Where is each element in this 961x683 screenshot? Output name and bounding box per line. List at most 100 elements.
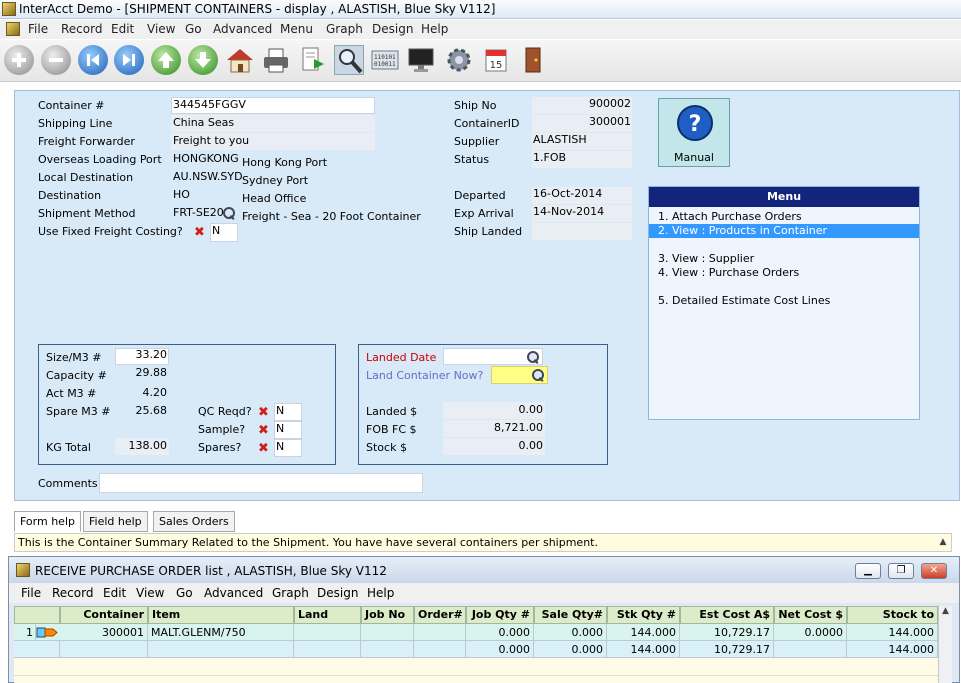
cell-sale-qty: 0.000	[534, 641, 607, 658]
comments-field[interactable]	[99, 473, 423, 493]
local-destination-code[interactable]: AU.NSW.SYD	[172, 170, 243, 183]
search-icon[interactable]	[334, 45, 364, 75]
menu-advanced[interactable]: Advanced	[213, 22, 272, 36]
menu-item-estimate-cost[interactable]: 5. Detailed Estimate Cost Lines	[649, 294, 919, 308]
child-menu-go[interactable]: Go	[176, 586, 193, 600]
fixed-freight-cross-icon: ✖	[194, 225, 205, 240]
col-header-order[interactable]: Order#	[414, 606, 466, 624]
restore-icon[interactable]: ❐	[888, 563, 914, 579]
exp-arrival-label: Exp Arrival	[454, 207, 514, 220]
col-header-sale-qty[interactable]: Sale Qty#	[534, 606, 607, 624]
menu-go[interactable]: Go	[185, 22, 202, 36]
settings-icon[interactable]	[444, 45, 474, 75]
land-container-lookup-icon[interactable]	[531, 368, 545, 382]
help-scroll-up-icon[interactable]: ▲	[936, 535, 950, 550]
menu-item-view-po[interactable]: 4. View : Purchase Orders	[649, 266, 919, 280]
menu-file[interactable]: File	[28, 22, 48, 36]
grid-scroll-up-icon[interactable]: ▲	[939, 606, 952, 616]
ship-landed-label: Ship Landed	[454, 225, 523, 238]
manual-button[interactable]: ? Manual	[658, 98, 730, 167]
destination-code[interactable]: HO	[172, 188, 190, 201]
down-icon[interactable]	[188, 45, 218, 75]
calendar-day: 15	[490, 60, 503, 71]
cell-item	[148, 641, 294, 658]
shipment-method-code[interactable]: FRT-SE20	[172, 206, 224, 219]
exp-arrival-value: 14-Nov-2014	[533, 205, 605, 218]
menu-design[interactable]: Design	[372, 22, 413, 36]
child-menu-record[interactable]: Record	[52, 586, 93, 600]
shipment-method-name: Freight - Sea - 20 Foot Container	[242, 210, 421, 223]
col-header-land-now[interactable]: Land Now?	[294, 606, 361, 637]
close-icon[interactable]: ✕	[921, 563, 947, 579]
child-menu-design[interactable]: Design	[317, 586, 358, 600]
shipment-method-lookup-icon[interactable]	[222, 206, 236, 220]
child-menu-advanced[interactable]: Advanced	[204, 586, 263, 600]
minimize-icon[interactable]: ▁	[855, 563, 881, 579]
calendar-icon[interactable]: 15	[481, 45, 511, 75]
last-icon[interactable]	[114, 45, 144, 75]
plus-icon[interactable]	[4, 45, 34, 75]
landed-amt-value: 0.00	[518, 403, 544, 416]
grid-vertical-scrollbar[interactable]: ▲	[938, 606, 952, 683]
monitor-icon[interactable]	[406, 45, 436, 75]
data-icon[interactable]: 110101 010011	[370, 45, 400, 75]
menu-help[interactable]: Help	[421, 22, 448, 36]
qc-reqd-cross-icon: ✖	[258, 405, 269, 420]
act-label: Act M3 #	[46, 387, 97, 400]
size-label: Size/M3 #	[46, 351, 102, 364]
menu-graph[interactable]: Graph	[326, 22, 363, 36]
landed-date-lookup-icon[interactable]	[526, 350, 540, 364]
cell-order	[414, 641, 466, 658]
menu-edit[interactable]: Edit	[111, 22, 134, 36]
ship-landed-field[interactable]	[532, 223, 632, 240]
export-icon[interactable]	[298, 45, 328, 75]
menu-menu[interactable]: Menu	[280, 22, 313, 36]
child-menu-file[interactable]: File	[21, 586, 41, 600]
child-menu-view[interactable]: View	[136, 586, 164, 600]
child-menu-graph[interactable]: Graph	[272, 586, 309, 600]
col-header-job-qty[interactable]: Job Qty #	[466, 606, 534, 624]
col-header-net-cost[interactable]: Net Cost $	[774, 606, 847, 624]
spare-label: Spare M3 #	[46, 405, 111, 418]
cell-item: MALT.GLENM/750	[148, 624, 294, 641]
table-row[interactable]: 0.000 0.000 144.000 10,729.17 144.000	[14, 641, 938, 658]
cell-net-cost: 0.0000	[774, 624, 847, 641]
table-row[interactable]: 1 300001 MALT.GLENM/750 0.000 0.000 144.…	[14, 624, 938, 641]
tab-form-help[interactable]: Form help	[14, 511, 81, 532]
menu-item-view-supplier[interactable]: 3. View : Supplier	[649, 252, 919, 266]
home-icon[interactable]	[225, 45, 255, 75]
sample-cross-icon: ✖	[258, 423, 269, 438]
container-no-label: Container #	[38, 99, 105, 112]
child-app-icon	[16, 563, 30, 577]
col-header-est-cost[interactable]: Est Cost A$	[680, 606, 774, 624]
app-menu-icon[interactable]	[6, 22, 20, 36]
col-header-item[interactable]: Item	[148, 606, 294, 624]
col-header-stk-qty[interactable]: Stk Qty #	[607, 606, 680, 624]
spare-value: 25.68	[135, 404, 168, 417]
spares-value: N	[276, 440, 285, 453]
landed-date-label: Landed Date	[366, 351, 437, 364]
qc-reqd-value: N	[276, 404, 285, 417]
menu-view[interactable]: View	[147, 22, 175, 36]
col-header-stock-to-come[interactable]: Stock to Come	[847, 606, 938, 637]
fob-fc-label: FOB FC $	[366, 423, 417, 436]
col-header-container-no[interactable]: Container No	[60, 606, 148, 637]
child-menu-help[interactable]: Help	[367, 586, 394, 600]
child-menu-edit[interactable]: Edit	[103, 586, 126, 600]
menu-record[interactable]: Record	[61, 22, 102, 36]
up-icon[interactable]	[151, 45, 181, 75]
freight-forwarder-value: Freight to you	[173, 134, 250, 147]
print-icon[interactable]	[261, 45, 291, 75]
overseas-port-label: Overseas Loading Port	[38, 153, 162, 166]
col-header-job-no[interactable]: Job No	[361, 606, 414, 624]
menu-item-attach-po[interactable]: 1. Attach Purchase Orders	[649, 210, 919, 224]
overseas-port-code[interactable]: HONGKONG	[172, 152, 239, 165]
tab-field-help[interactable]: Field help	[83, 511, 148, 532]
first-icon[interactable]	[78, 45, 108, 75]
help-text: This is the Container Summary Related to…	[14, 533, 952, 552]
exit-door-icon[interactable]	[517, 45, 547, 75]
cell-sale-qty: 0.000	[534, 624, 607, 641]
minus-icon[interactable]	[41, 45, 71, 75]
menu-item-view-products[interactable]: 2. View : Products in Container	[649, 224, 919, 238]
tab-sales-orders[interactable]: Sales Orders	[153, 511, 235, 532]
